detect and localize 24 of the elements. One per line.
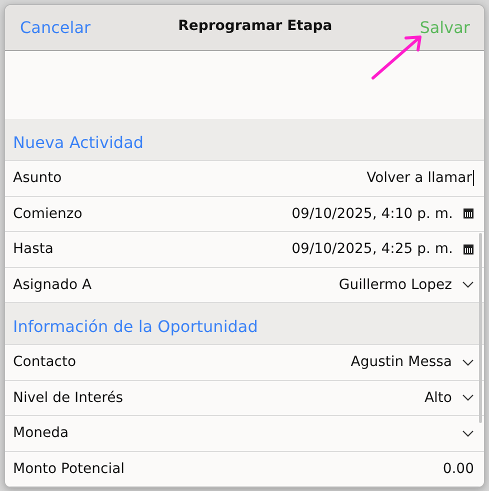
field-value[interactable]: 09/10/2025, 4:10 p. m. [292, 206, 453, 222]
field-label: Asunto [13, 170, 62, 186]
section-title: Información de la Oportunidad [13, 317, 258, 336]
chevron-down-icon[interactable] [462, 430, 474, 437]
field-label: Hasta [13, 241, 54, 258]
field-label: Monto Potencial [13, 460, 125, 477]
field-value[interactable]: 09/10/2025, 4:25 p. m. [292, 241, 453, 258]
field-value[interactable]: Alto [424, 390, 452, 406]
dialog-title: Reprogramar Etapa [178, 18, 332, 34]
field-value[interactable]: 0.00 [442, 460, 474, 477]
section-title: Nueva Actividad [13, 133, 144, 152]
field-label: Moneda [13, 425, 69, 442]
calendar-icon[interactable] [463, 208, 474, 220]
field-value[interactable]: Guillermo Lopez [338, 276, 452, 293]
field-value[interactable]: Volver a llamar [366, 170, 474, 186]
field-label: Comienzo [13, 206, 82, 222]
field-label: Asignado A [13, 276, 92, 293]
field-label: Nivel de Interés [13, 390, 124, 406]
chevron-down-icon[interactable] [462, 281, 474, 288]
chevron-down-icon[interactable] [462, 394, 474, 402]
field-label: Contacto [13, 354, 76, 370]
field-value[interactable]: Agustin Messa [350, 354, 452, 370]
calendar-icon[interactable] [463, 244, 474, 255]
chevron-down-icon[interactable] [462, 358, 474, 366]
